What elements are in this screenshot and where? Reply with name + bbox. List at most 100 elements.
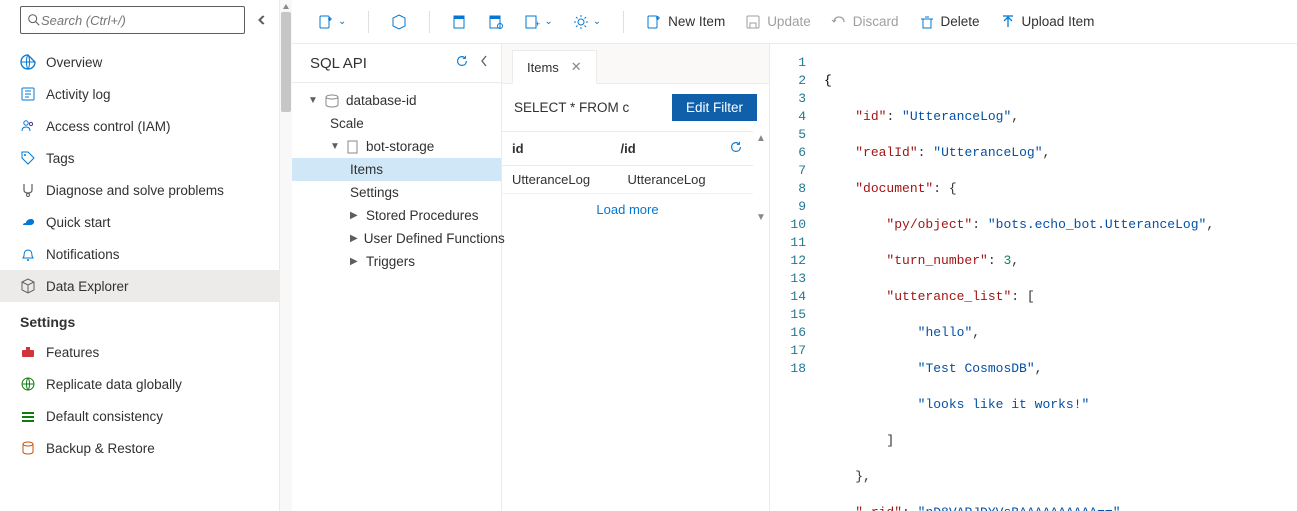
tree-container[interactable]: ▼ bot-storage	[292, 135, 501, 158]
toolbar-label: Discard	[853, 14, 899, 29]
delete-button[interactable]: Delete	[911, 10, 988, 34]
edit-filter-button[interactable]: Edit Filter	[672, 94, 757, 121]
tab-label: Items	[527, 60, 559, 75]
nav-features[interactable]: Features	[0, 336, 279, 368]
tree-triggers[interactable]: ▶ Triggers	[292, 250, 501, 273]
toolbar-label: Update	[767, 14, 811, 29]
diagnose-icon	[20, 182, 36, 198]
svg-text:+: +	[535, 19, 540, 29]
tree-stored-procedures[interactable]: ▶ Stored Procedures	[292, 204, 501, 227]
tree-scale[interactable]: Scale	[292, 112, 501, 135]
tree-label: User Defined Functions	[364, 231, 505, 246]
tree-label: database-id	[346, 93, 417, 108]
settings-dropdown[interactable]: ⌄	[565, 10, 609, 34]
search-input[interactable]	[41, 13, 238, 28]
nav-label: Notifications	[46, 247, 120, 262]
load-more-link[interactable]: Load more	[502, 194, 753, 225]
new-udf-dropdown[interactable]: +⌄	[516, 10, 560, 34]
tree-settings[interactable]: Settings	[292, 181, 501, 204]
list-item[interactable]: UtteranceLog UtteranceLog	[502, 166, 753, 194]
resource-sidebar: Overview Activity log Access control (IA…	[0, 0, 280, 511]
nav-quick-start[interactable]: Quick start	[0, 206, 279, 238]
doc-utt0: hello	[925, 325, 964, 340]
toolbar-label: Delete	[941, 14, 980, 29]
caret-right-icon: ▶	[350, 210, 360, 221]
tab-items[interactable]: Items ✕	[512, 50, 597, 84]
search-icon	[27, 13, 41, 27]
nav-notifications[interactable]: Notifications	[0, 238, 279, 270]
col-pk-header: /id	[621, 141, 730, 156]
tree-items[interactable]: Items	[292, 158, 501, 181]
doc-id: UtteranceLog	[910, 109, 1004, 124]
items-list-header: id /id	[502, 131, 753, 166]
caret-down-icon: ▼	[330, 141, 340, 152]
document-icon	[346, 140, 360, 154]
nav-label: Overview	[46, 55, 102, 70]
nav-backup[interactable]: Backup & Restore	[0, 432, 279, 464]
update-button[interactable]: Update	[737, 10, 819, 34]
nav-label: Tags	[46, 151, 75, 166]
nav-access-control[interactable]: Access control (IAM)	[0, 110, 279, 142]
globe-icon	[20, 376, 36, 392]
new-item-button[interactable]: New Item	[638, 10, 733, 34]
nav-label: Default consistency	[46, 409, 163, 424]
access-icon	[20, 118, 36, 134]
tree-label: Triggers	[366, 254, 415, 269]
sidebar-scrollbar[interactable]	[280, 0, 292, 511]
cell-id: UtteranceLog	[512, 172, 628, 187]
search-box[interactable]	[20, 6, 245, 34]
nav-consistency[interactable]: Default consistency	[0, 400, 279, 432]
backup-icon	[20, 440, 36, 456]
toolbar-label: New Item	[668, 14, 725, 29]
tree-label: bot-storage	[366, 139, 434, 154]
nav-activity-log[interactable]: Activity log	[0, 78, 279, 110]
upload-item-button[interactable]: Upload Item	[992, 10, 1103, 34]
new-stored-proc-button[interactable]	[480, 10, 512, 34]
nav-label: Activity log	[46, 87, 111, 102]
new-container-dropdown[interactable]: ⌄	[310, 10, 354, 34]
doc-utt2: looks like it works!	[925, 397, 1081, 412]
doc-realid: UtteranceLog	[941, 145, 1035, 160]
caret-right-icon: ▶	[350, 256, 360, 267]
quick-start-icon	[20, 214, 36, 230]
tree-database[interactable]: ▼ database-id	[292, 89, 501, 112]
doc-utt1: Test CosmosDB	[925, 361, 1026, 376]
close-tab-icon[interactable]: ✕	[571, 59, 582, 75]
resource-tree-panel: SQL API ▼ database-id Scale ▼	[292, 44, 502, 511]
features-icon	[20, 344, 36, 360]
collapse-tree-button[interactable]	[479, 54, 489, 72]
refresh-tree-button[interactable]	[455, 54, 469, 72]
new-sql-query-button[interactable]	[383, 10, 415, 34]
nav-label: Data Explorer	[46, 279, 129, 294]
open-query-button[interactable]	[444, 10, 476, 34]
scroll-down-icon[interactable]: ▼	[756, 210, 766, 225]
data-explorer-icon	[20, 278, 36, 294]
bell-icon	[20, 246, 36, 262]
nav-label: Replicate data globally	[46, 377, 182, 392]
nav-label: Quick start	[46, 215, 111, 230]
cell-pk: UtteranceLog	[628, 172, 744, 187]
nav-label: Diagnose and solve problems	[46, 183, 224, 198]
section-settings-header: Settings	[0, 302, 279, 336]
nav-overview[interactable]: Overview	[0, 46, 279, 78]
nav-label: Features	[46, 345, 99, 360]
refresh-items-button[interactable]	[729, 140, 743, 157]
data-explorer-toolbar: ⌄ +⌄ ⌄ New Item Update Discard	[292, 0, 1297, 44]
discard-button[interactable]: Discard	[823, 10, 907, 34]
json-editor[interactable]: 123456789101112131415161718 { "id": "Utt…	[770, 44, 1297, 511]
code-content[interactable]: { "id": "UtteranceLog", "realId": "Utter…	[824, 54, 1297, 511]
collapse-sidebar-button[interactable]	[253, 11, 271, 29]
tree-udf[interactable]: ▶ User Defined Functions	[292, 227, 501, 250]
nav-label: Backup & Restore	[46, 441, 155, 456]
nav-diagnose[interactable]: Diagnose and solve problems	[0, 174, 279, 206]
tags-icon	[20, 150, 36, 166]
activity-log-icon	[20, 86, 36, 102]
nav-tags[interactable]: Tags	[0, 142, 279, 174]
items-scrollbar[interactable]: ▲ ▼	[753, 131, 769, 225]
scroll-up-icon[interactable]: ▲	[756, 131, 766, 146]
tree-header-title: SQL API	[310, 55, 367, 72]
tree-label: Items	[350, 162, 383, 177]
nav-data-explorer[interactable]: Data Explorer	[0, 270, 279, 302]
nav-replicate[interactable]: Replicate data globally	[0, 368, 279, 400]
consistency-icon	[20, 408, 36, 424]
